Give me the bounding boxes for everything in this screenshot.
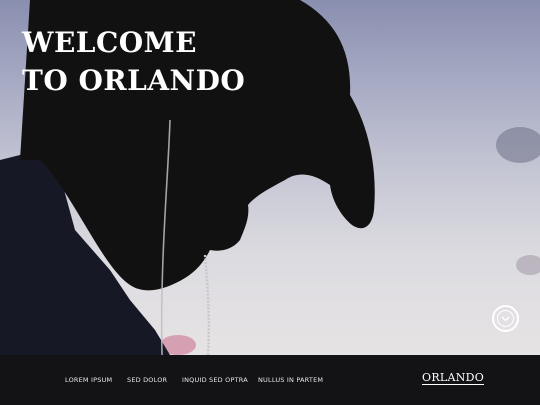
brand-logo[interactable]: ORLANDO <box>422 372 485 385</box>
nav-item-inquid-sed-optra[interactable]: INQUID SED OPTRA <box>182 355 248 405</box>
nav-item-sed-dolor[interactable]: SED DOLOR <box>127 355 167 405</box>
hero-title-line-1: WELCOME <box>22 26 197 59</box>
nav-item-nullus-in-partem[interactable]: NULLUS IN PARTEM <box>258 355 323 405</box>
nav-item-lorem-ipsum[interactable]: LOREM IPSUM <box>65 355 112 405</box>
scroll-down-button[interactable] <box>492 305 519 332</box>
bottom-navigation-bar: LOREM IPSUM SED DOLOR INQUID SED OPTRA N… <box>0 355 540 405</box>
landing-page: WELCOME TO ORLANDO LOREM IPSUM SED DOLOR… <box>0 0 540 405</box>
hero-title: WELCOME TO ORLANDO <box>22 24 245 100</box>
chevron-down-circle-icon <box>497 310 514 327</box>
hero-title-line-2: TO ORLANDO <box>22 64 246 97</box>
hero-section: WELCOME TO ORLANDO <box>0 0 540 355</box>
